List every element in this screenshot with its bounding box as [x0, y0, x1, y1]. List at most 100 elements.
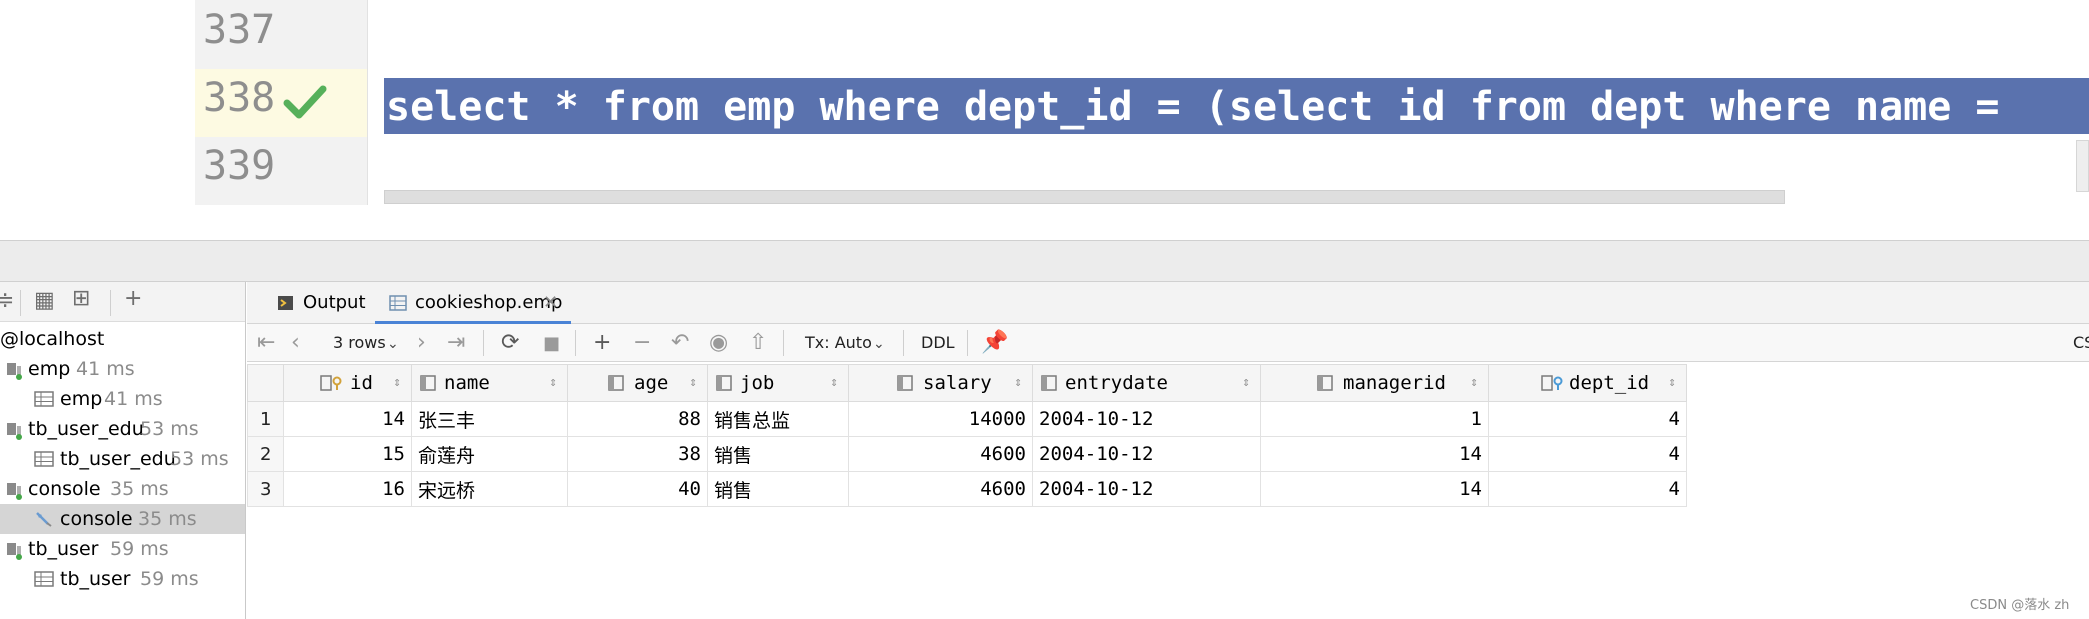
line-number: 339 [203, 143, 276, 189]
cell-age[interactable]: 88 [567, 401, 708, 437]
cell-managerid[interactable]: 1 [1260, 401, 1489, 437]
header-row: id ⇕ name ⇕ age ⇕ job ⇕ salary ⇕ entryda… [247, 364, 1687, 402]
close-icon[interactable]: ✕ [543, 282, 558, 324]
cell-salary[interactable]: 4600 [848, 471, 1033, 507]
cell-age[interactable]: 40 [567, 471, 708, 507]
tree-time: 59 ms [140, 568, 199, 590]
rows-count[interactable]: 3 rows [333, 333, 386, 352]
table-row[interactable]: 1 14 张三丰 88 销售总监 14000 2004-10-12 1 4 [247, 401, 1687, 437]
chevron-down-icon[interactable]: ⌄ [873, 336, 885, 352]
cell-age[interactable]: 38 [567, 436, 708, 472]
tree-root[interactable]: @localhost [0, 324, 245, 354]
column-icon [1317, 375, 1333, 391]
tree-table-tb-user-edu[interactable]: tb_user_edu 53 ms [0, 444, 245, 474]
column-header-name[interactable]: name ⇕ [411, 364, 568, 402]
cell-salary[interactable]: 4600 [848, 436, 1033, 472]
preview-icon[interactable]: ◉ [709, 330, 728, 355]
table-row[interactable]: 2 15 俞莲舟 38 销售 4600 2004-10-12 14 4 [247, 436, 1687, 472]
result-grid[interactable]: id ⇕ name ⇕ age ⇕ job ⇕ salary ⇕ entryda… [247, 364, 1689, 507]
cell-managerid[interactable]: 14 [1260, 436, 1489, 472]
tree-label: tb_user_edu [28, 418, 144, 440]
cell-name[interactable]: 俞莲舟 [411, 436, 568, 472]
tree-console[interactable]: console 35 ms [0, 504, 245, 534]
tree-session-console[interactable]: console 35 ms [0, 474, 245, 504]
table-row[interactable]: 3 16 宋远桥 40 销售 4600 2004-10-12 14 4 [247, 471, 1687, 507]
cell-id[interactable]: 16 [283, 471, 412, 507]
sort-icon[interactable]: ⇕ [393, 365, 401, 401]
column-header-id[interactable]: id ⇕ [283, 364, 412, 402]
new-tab-icon[interactable]: ⊞ [72, 286, 90, 311]
column-header-salary[interactable]: salary ⇕ [848, 364, 1033, 402]
horizontal-scrollbar[interactable] [384, 190, 1785, 204]
chevron-down-icon[interactable]: ⌄ [387, 336, 399, 352]
foreign-key-icon [1541, 375, 1563, 391]
cell-dept-id[interactable]: 4 [1488, 471, 1687, 507]
results-panel: Output cookieshop.emp ✕ ⇤ ‹ 3 rows ⌄ › ⇥… [247, 282, 2089, 619]
sort-icon[interactable]: ⇕ [1014, 365, 1022, 401]
cell-job[interactable]: 销售总监 [707, 401, 849, 437]
tree-session-emp[interactable]: emp 41 ms [0, 354, 245, 384]
last-page-icon[interactable]: ⇥ [447, 330, 465, 355]
tree-table-tb-user[interactable]: tb_user 59 ms [0, 564, 245, 594]
cell-salary[interactable]: 14000 [848, 401, 1033, 437]
cell-entrydate[interactable]: 2004-10-12 [1032, 436, 1261, 472]
cell-job[interactable]: 销售 [707, 436, 849, 472]
column-icon [1041, 375, 1057, 391]
column-header-managerid[interactable]: managerid ⇕ [1260, 364, 1489, 402]
toolbar-separator [967, 330, 968, 356]
line-number: 337 [203, 7, 276, 53]
tree-session-tb-user-edu[interactable]: tb_user_edu 53 ms [0, 414, 245, 444]
output-icon [278, 296, 293, 310]
sort-icon[interactable]: ⇕ [689, 365, 697, 401]
connected-dot [16, 494, 22, 500]
sort-icon[interactable]: ⇕ [1242, 365, 1250, 401]
add-icon[interactable]: + [124, 286, 142, 311]
cell-name[interactable]: 张三丰 [411, 401, 568, 437]
sort-icon[interactable]: ⇕ [1470, 365, 1478, 401]
panel-divider[interactable] [0, 240, 2089, 282]
vertical-scrollbar[interactable] [2076, 140, 2089, 192]
cell-id[interactable]: 15 [283, 436, 412, 472]
table-icon [34, 571, 54, 587]
tree-label: tb_user [28, 538, 99, 560]
cell-entrydate[interactable]: 2004-10-12 [1032, 401, 1261, 437]
column-header-dept-id[interactable]: dept_id ⇕ [1488, 364, 1687, 402]
tx-mode[interactable]: Tx: Auto [805, 333, 872, 352]
revert-icon[interactable]: ↶ [671, 330, 689, 355]
tab-output[interactable]: Output [263, 282, 373, 324]
cell-dept-id[interactable]: 4 [1488, 436, 1687, 472]
cell-id[interactable]: 14 [283, 401, 412, 437]
first-page-icon[interactable]: ⇤ [257, 330, 275, 355]
submit-icon[interactable]: ⇧ [749, 330, 767, 355]
collapse-icon[interactable]: ≑ [0, 288, 14, 313]
previous-page-icon[interactable]: ‹ [291, 330, 300, 355]
group-icon[interactable]: ▦ [34, 288, 55, 313]
refresh-icon[interactable]: ⟳ [501, 330, 519, 355]
tree-time: 59 ms [110, 538, 169, 560]
tree-session-tb-user[interactable]: tb_user 59 ms [0, 534, 245, 564]
tab-cookieshop-emp[interactable]: cookieshop.emp ✕ [375, 282, 571, 324]
stop-icon[interactable]: ■ [543, 333, 560, 354]
column-header-age[interactable]: age ⇕ [567, 364, 708, 402]
cell-managerid[interactable]: 14 [1260, 471, 1489, 507]
cell-name[interactable]: 宋远桥 [411, 471, 568, 507]
tree-time: 41 ms [104, 388, 163, 410]
add-row-icon[interactable]: + [593, 330, 611, 355]
tree-table-emp[interactable]: emp 41 ms [0, 384, 245, 414]
ddl-button[interactable]: DDL [921, 333, 955, 352]
watermark: CSDN @落水 zh [1970, 598, 2070, 613]
selected-code-line[interactable]: select * from emp where dept_id = (selec… [384, 78, 2089, 134]
next-page-icon[interactable]: › [417, 330, 426, 355]
sort-icon[interactable]: ⇕ [549, 365, 557, 401]
cell-entrydate[interactable]: 2004-10-12 [1032, 471, 1261, 507]
pin-icon[interactable]: 📌 [981, 330, 1008, 355]
gutter-line-339: 339 [195, 137, 367, 205]
cell-job[interactable]: 销售 [707, 471, 849, 507]
column-header-job[interactable]: job ⇕ [707, 364, 849, 402]
sort-icon[interactable]: ⇕ [830, 365, 838, 401]
sql-editor[interactable]: 337 338 339 select * from emp where dept… [0, 0, 2089, 240]
cell-dept-id[interactable]: 4 [1488, 401, 1687, 437]
sort-icon[interactable]: ⇕ [1668, 365, 1676, 401]
column-header-entrydate[interactable]: entrydate ⇕ [1032, 364, 1261, 402]
delete-row-icon[interactable]: − [633, 330, 651, 355]
